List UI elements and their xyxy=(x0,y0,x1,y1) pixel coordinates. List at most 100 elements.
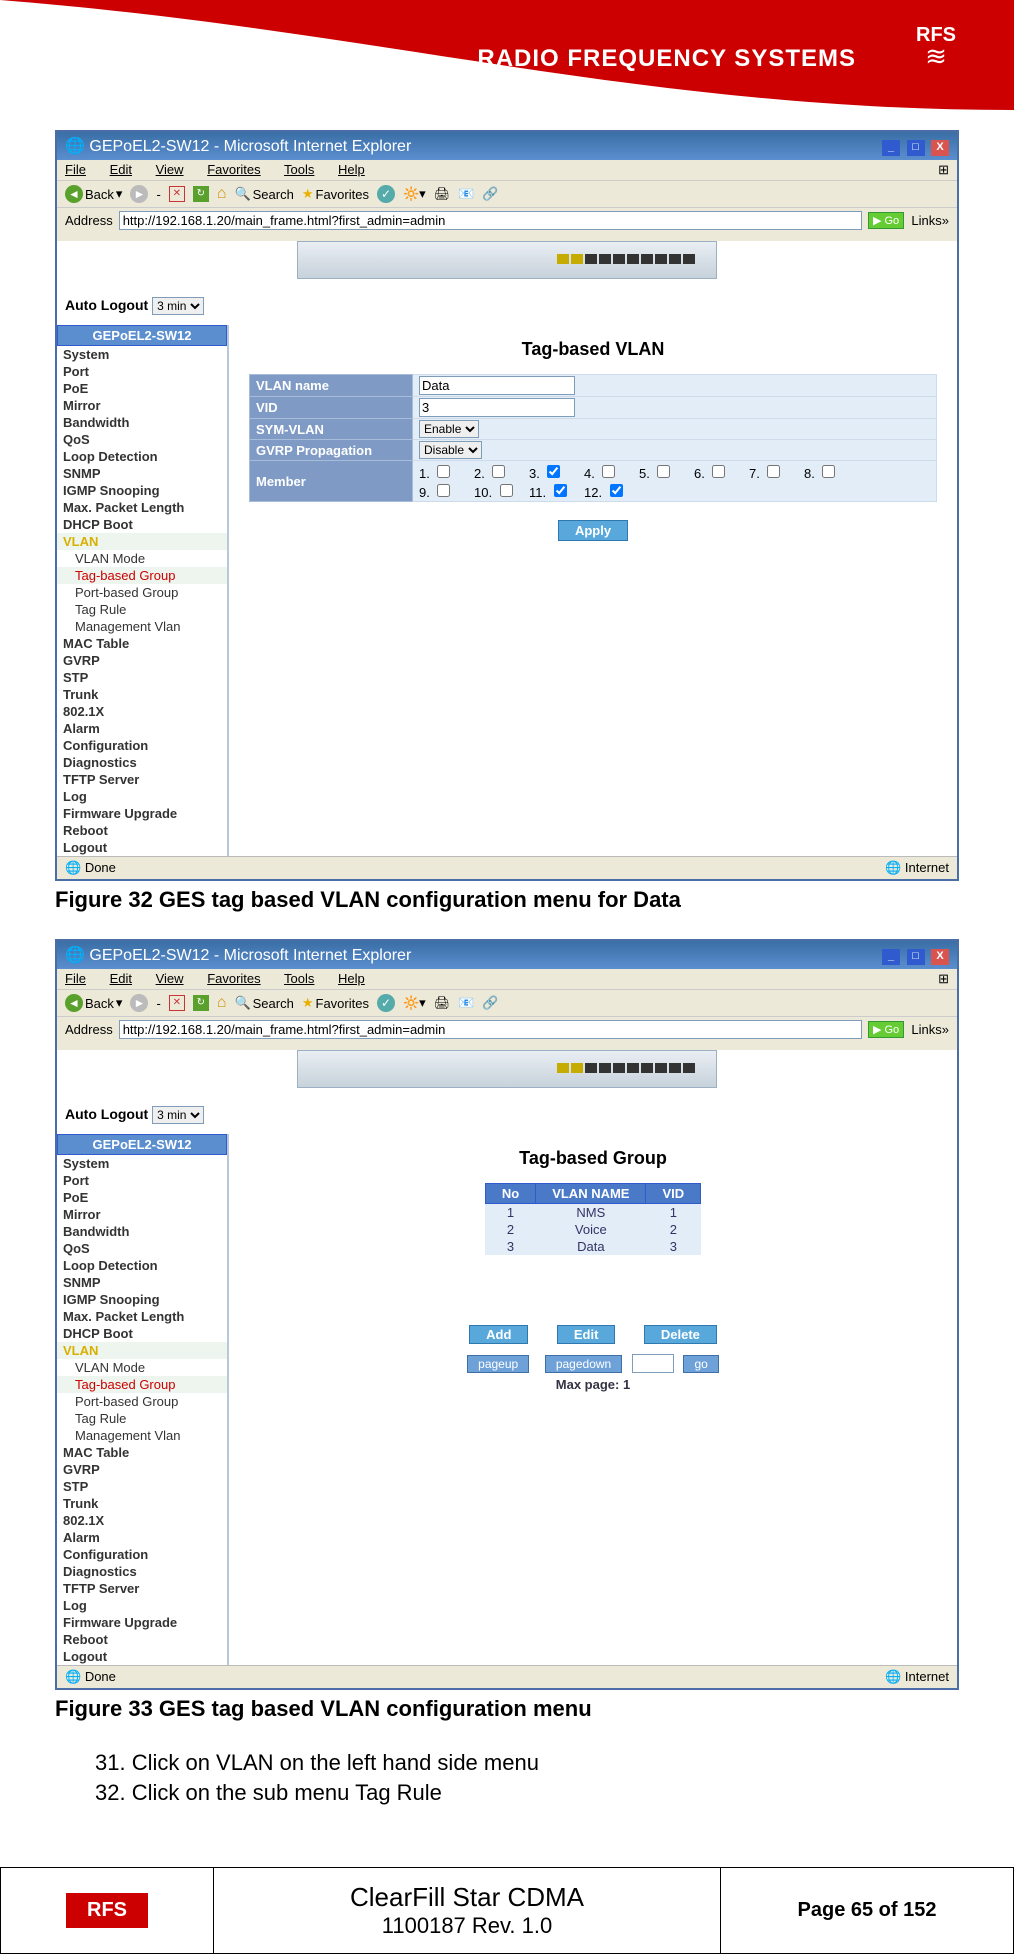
close-button[interactable]: X xyxy=(931,140,949,156)
media-icon[interactable]: ✓ xyxy=(377,185,395,203)
favorites-button[interactable]: ★ Favorites xyxy=(302,186,369,202)
minimize-button[interactable]: _ xyxy=(882,140,900,156)
forward-button[interactable]: ► xyxy=(130,185,148,203)
auto-logout-select[interactable]: 3 min xyxy=(152,297,204,315)
member-checkbox-2[interactable] xyxy=(492,465,505,478)
sidebar-item-tftp[interactable]: TFTP Server xyxy=(57,1580,227,1597)
member-checkbox-10[interactable] xyxy=(500,484,513,497)
sidebar-item-igmp[interactable]: IGMP Snooping xyxy=(57,1291,227,1308)
sidebar-item-fw[interactable]: Firmware Upgrade xyxy=(57,1614,227,1631)
sidebar-sub-portbased[interactable]: Port-based Group xyxy=(57,1393,227,1410)
sidebar-item-alarm[interactable]: Alarm xyxy=(57,1529,227,1546)
menu-file[interactable]: File xyxy=(65,971,86,986)
sidebar-item-igmp[interactable]: IGMP Snooping xyxy=(57,482,227,499)
sidebar-item-config[interactable]: Configuration xyxy=(57,737,227,754)
sidebar-item-maxpacket[interactable]: Max. Packet Length xyxy=(57,499,227,516)
edit-button[interactable]: Edit xyxy=(557,1325,616,1344)
delete-button[interactable]: Delete xyxy=(644,1325,717,1344)
sidebar-item-trunk[interactable]: Trunk xyxy=(57,1495,227,1512)
search-button[interactable]: 🔍 Search xyxy=(234,186,293,202)
member-checkbox-3[interactable] xyxy=(547,465,560,478)
pageup-button[interactable]: pageup xyxy=(467,1355,529,1373)
minimize-button[interactable]: _ xyxy=(882,949,900,965)
auto-logout-select[interactable]: 3 min xyxy=(152,1106,204,1124)
sidebar-item-mirror[interactable]: Mirror xyxy=(57,397,227,414)
sidebar-item-diag[interactable]: Diagnostics xyxy=(57,754,227,771)
member-checkbox-8[interactable] xyxy=(822,465,835,478)
table-row[interactable]: 1NMS1 xyxy=(485,1204,700,1222)
address-input[interactable] xyxy=(119,1020,862,1039)
search-button[interactable]: 🔍 Search xyxy=(234,995,293,1011)
sidebar-item-config[interactable]: Configuration xyxy=(57,1546,227,1563)
sidebar-item-mactable[interactable]: MAC Table xyxy=(57,635,227,652)
sidebar-item-mactable[interactable]: MAC Table xyxy=(57,1444,227,1461)
menu-file[interactable]: File xyxy=(65,162,86,177)
sidebar-sub-vlanmode[interactable]: VLAN Mode xyxy=(57,550,227,567)
close-button[interactable]: X xyxy=(931,949,949,965)
sidebar-item-alarm[interactable]: Alarm xyxy=(57,720,227,737)
go-button[interactable]: ▶ Go xyxy=(868,1021,904,1038)
sidebar-item-log[interactable]: Log xyxy=(57,788,227,805)
sidebar-item-system[interactable]: System xyxy=(57,1155,227,1172)
links-label[interactable]: Links xyxy=(911,213,941,228)
sidebar-item-tftp[interactable]: TFTP Server xyxy=(57,771,227,788)
history-icon[interactable]: 🔆▾ xyxy=(403,186,426,202)
member-checkbox-7[interactable] xyxy=(767,465,780,478)
table-row[interactable]: 2Voice2 xyxy=(485,1221,700,1238)
sidebar-item-dhcpboot[interactable]: DHCP Boot xyxy=(57,516,227,533)
menu-favorites[interactable]: Favorites xyxy=(207,162,260,177)
sidebar-sub-tagbased[interactable]: Tag-based Group xyxy=(57,1376,227,1393)
links-label[interactable]: Links xyxy=(911,1022,941,1037)
menu-help[interactable]: Help xyxy=(338,162,365,177)
address-input[interactable] xyxy=(119,211,862,230)
forward-button[interactable]: ► xyxy=(130,994,148,1012)
sidebar-item-port[interactable]: Port xyxy=(57,363,227,380)
sidebar-sub-tagbased[interactable]: Tag-based Group xyxy=(57,567,227,584)
sidebar-sub-tagrule[interactable]: Tag Rule xyxy=(57,601,227,618)
back-button[interactable]: ◄ Back ▾ xyxy=(65,185,122,203)
media-icon[interactable]: ✓ xyxy=(377,994,395,1012)
print-icon[interactable]: 🖨 xyxy=(434,186,451,202)
page-input[interactable] xyxy=(632,1354,674,1373)
sidebar-item-loop[interactable]: Loop Detection xyxy=(57,1257,227,1274)
table-row[interactable]: 3Data3 xyxy=(485,1238,700,1255)
member-checkbox-12[interactable] xyxy=(610,484,623,497)
sidebar-item-bandwidth[interactable]: Bandwidth xyxy=(57,1223,227,1240)
back-button[interactable]: ◄ Back ▾ xyxy=(65,994,122,1012)
menu-edit[interactable]: Edit xyxy=(110,971,132,986)
sidebar-item-logout[interactable]: Logout xyxy=(57,839,227,856)
sym-vlan-select[interactable]: Enable xyxy=(419,420,479,438)
menu-edit[interactable]: Edit xyxy=(110,162,132,177)
member-checkbox-4[interactable] xyxy=(602,465,615,478)
gvrp-select[interactable]: Disable xyxy=(419,441,482,459)
history-icon[interactable]: 🔆▾ xyxy=(403,995,426,1011)
sidebar-item-vlan[interactable]: VLAN xyxy=(57,1342,227,1359)
member-checkbox-11[interactable] xyxy=(554,484,567,497)
member-checkbox-1[interactable] xyxy=(437,465,450,478)
menu-view[interactable]: View xyxy=(156,971,184,986)
sidebar-item-8021x[interactable]: 802.1X xyxy=(57,1512,227,1529)
sidebar-item-log[interactable]: Log xyxy=(57,1597,227,1614)
sidebar-item-snmp[interactable]: SNMP xyxy=(57,465,227,482)
sidebar-item-port[interactable]: Port xyxy=(57,1172,227,1189)
favorites-button[interactable]: ★ Favorites xyxy=(302,995,369,1011)
sidebar-item-stp[interactable]: STP xyxy=(57,669,227,686)
sidebar-item-gvrp[interactable]: GVRP xyxy=(57,652,227,669)
sidebar-item-reboot[interactable]: Reboot xyxy=(57,1631,227,1648)
sidebar-item-vlan[interactable]: VLAN xyxy=(57,533,227,550)
menu-help[interactable]: Help xyxy=(338,971,365,986)
sidebar-sub-vlanmode[interactable]: VLAN Mode xyxy=(57,1359,227,1376)
vlan-name-input[interactable] xyxy=(419,376,575,395)
discuss-icon[interactable]: 🔗 xyxy=(482,186,498,202)
discuss-icon[interactable]: 🔗 xyxy=(482,995,498,1011)
home-icon[interactable]: ⌂ xyxy=(217,185,227,203)
go-button[interactable]: ▶ Go xyxy=(868,212,904,229)
mail-icon[interactable]: 📧 xyxy=(458,995,474,1011)
sidebar-item-bandwidth[interactable]: Bandwidth xyxy=(57,414,227,431)
sidebar-item-logout[interactable]: Logout xyxy=(57,1648,227,1665)
sidebar-item-maxpacket[interactable]: Max. Packet Length xyxy=(57,1308,227,1325)
home-icon[interactable]: ⌂ xyxy=(217,994,227,1012)
sidebar-item-8021x[interactable]: 802.1X xyxy=(57,703,227,720)
member-checkbox-5[interactable] xyxy=(657,465,670,478)
sidebar-item-reboot[interactable]: Reboot xyxy=(57,822,227,839)
